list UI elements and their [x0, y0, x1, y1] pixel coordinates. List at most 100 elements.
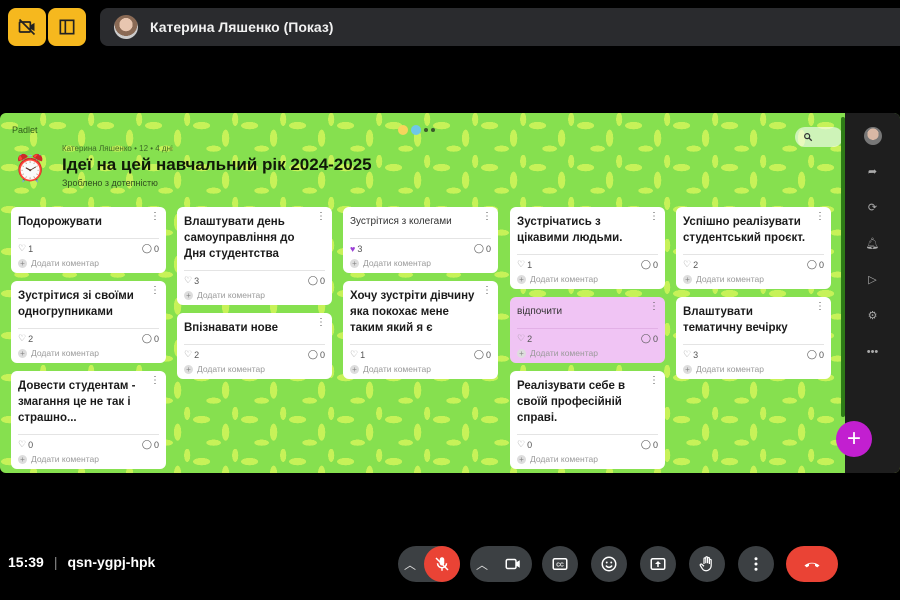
like-count: 3 [693, 349, 699, 360]
no-camera-icon [18, 18, 36, 36]
post-card[interactable]: Впізнавати нове ⋮ ♡ 2 ◯ 0 + Додати коментар [177, 313, 332, 379]
post-menu-icon[interactable]: ⋮ [316, 318, 326, 328]
like-button[interactable]: ♡ 2 [184, 349, 199, 360]
comments-button[interactable]: ◯ 0 [641, 259, 658, 270]
add-comment-button[interactable]: + Додати коментар [517, 348, 658, 358]
comments-button[interactable]: ◯ 0 [807, 259, 824, 270]
post-menu-icon[interactable]: ⋮ [815, 302, 825, 312]
like-button[interactable]: ♡ 0 [517, 439, 532, 450]
add-comment-button[interactable]: + Додати коментар [18, 258, 159, 268]
comment-icon: ◯ [141, 439, 152, 449]
add-comment-label: Додати коментар [530, 348, 598, 358]
add-comment-button[interactable]: + Додати коментар [184, 364, 325, 374]
comment-count: 0 [153, 439, 159, 450]
comments-button[interactable]: ◯ 0 [142, 333, 159, 344]
like-button[interactable]: ♥ 3 [350, 243, 362, 254]
like-count: 2 [693, 259, 699, 270]
comments-button[interactable]: ◯ 0 [474, 243, 491, 254]
board-column: Зустрітися з колегами ⋮ ♥ 3 ◯ 0 + Додати комент… [343, 207, 498, 379]
add-comment-button[interactable]: + Додати коментар [683, 274, 824, 284]
post-card[interactable]: Зустрітися зі своїми одногрупниками ⋮ ♡ 2 ◯ 0… [11, 281, 166, 363]
present-button[interactable] [640, 546, 676, 582]
mic-control[interactable]: ︿ [398, 546, 460, 582]
captions-button[interactable]: CC [542, 546, 578, 582]
comments-button[interactable]: ◯ 0 [142, 439, 159, 450]
like-button[interactable]: ♡ 2 [517, 333, 532, 344]
comments-button[interactable]: ◯ 0 [641, 333, 658, 344]
camera-control[interactable]: ︿ [470, 546, 532, 582]
add-comment-button[interactable]: + Додати коментар [350, 258, 491, 268]
chevron-up-icon[interactable]: ︿ [404, 556, 416, 573]
comment-count: 0 [818, 349, 824, 360]
post-menu-icon[interactable]: ⋮ [649, 376, 659, 386]
post-menu-icon[interactable]: ⋮ [815, 212, 825, 222]
comments-button[interactable]: ◯ 0 [308, 349, 325, 360]
post-card[interactable]: Реалізувати себе в своїй професійній спр… [510, 371, 665, 469]
like-button[interactable]: ♡ 1 [517, 259, 532, 270]
slideshow-icon[interactable]: ▷ [868, 271, 876, 289]
more-icon[interactable]: ••• [867, 343, 879, 361]
comments-button[interactable]: ◯ 0 [807, 349, 824, 360]
add-comment-button[interactable]: + Додати коментар [517, 274, 658, 284]
camera-icon[interactable] [504, 555, 522, 573]
like-button[interactable]: ♡ 2 [683, 259, 698, 270]
add-comment-button[interactable]: + Додати коментар [18, 348, 159, 358]
reactions-button[interactable] [591, 546, 627, 582]
like-button[interactable]: ♡ 3 [683, 349, 698, 360]
like-button[interactable]: ♡ 0 [18, 439, 33, 450]
comments-button[interactable]: ◯ 0 [474, 349, 491, 360]
mic-off-button[interactable] [424, 546, 460, 582]
post-card[interactable]: Влаштувати день самоуправління до Дня ст… [177, 207, 332, 305]
search-button[interactable] [795, 127, 843, 147]
post-title: Зустрітися з колегами [350, 216, 452, 227]
remake-icon[interactable]: ⟳ [868, 199, 877, 217]
like-button[interactable]: ♡ 1 [18, 243, 33, 254]
layout-button[interactable] [48, 8, 86, 46]
post-card[interactable]: відпочити ⋮ ♡ 2 ◯ 0 + Додати коментар [510, 297, 665, 363]
comments-button[interactable]: ◯ 0 [142, 243, 159, 254]
post-title: Реалізувати себе в своїй професійній спр… [517, 380, 626, 424]
add-post-button[interactable]: + [836, 421, 872, 457]
plus-icon: + [350, 364, 359, 374]
add-comment-button[interactable]: + Додати коментар [18, 454, 159, 464]
bell-icon[interactable]: 🔔︎ [866, 235, 880, 253]
post-card[interactable]: Влаштувати тематичну вечірку ⋮ ♡ 3 ◯ 0 + Додати… [676, 297, 831, 379]
add-comment-button[interactable]: + Додати коментар [683, 364, 824, 374]
post-menu-icon[interactable]: ⋮ [150, 212, 160, 222]
add-comment-button[interactable]: + Додати коментар [184, 290, 325, 300]
like-count: 0 [527, 439, 533, 450]
meeting-info: 15:39 | qsn-ygpj-hpk [8, 554, 155, 570]
add-comment-button[interactable]: + Додати коментар [517, 454, 658, 464]
more-options-button[interactable] [738, 546, 774, 582]
post-menu-icon[interactable]: ⋮ [150, 376, 160, 386]
comment-count: 0 [153, 333, 159, 344]
post-card[interactable]: Подорожувати ⋮ ♡ 1 ◯ 0 + Додати коментар [11, 207, 166, 273]
post-card[interactable]: Зустрітися з колегами ⋮ ♥ 3 ◯ 0 + Додати комент… [343, 207, 498, 273]
chevron-up-icon[interactable]: ︿ [476, 556, 488, 573]
like-count: 2 [527, 333, 533, 344]
post-card[interactable]: Успішно реалізувати студентський проєкт.… [676, 207, 831, 289]
share-icon[interactable]: ➦ [868, 163, 877, 181]
user-avatar[interactable] [863, 127, 882, 145]
raise-hand-button[interactable] [689, 546, 725, 582]
post-card[interactable]: Хочу зустріти дівчину яка покохає мене т… [343, 281, 498, 379]
post-card[interactable]: Довести студентам - змагання це не так і… [11, 371, 166, 469]
settings-icon[interactable]: ⚙ [868, 307, 878, 325]
post-menu-icon[interactable]: ⋮ [482, 286, 492, 296]
post-menu-icon[interactable]: ⋮ [649, 302, 659, 312]
post-menu-icon[interactable]: ⋮ [649, 212, 659, 222]
post-menu-icon[interactable]: ⋮ [316, 212, 326, 222]
post-menu-icon[interactable]: ⋮ [150, 286, 160, 296]
like-button[interactable]: ♡ 2 [18, 333, 33, 344]
post-menu-icon[interactable]: ⋮ [482, 212, 492, 222]
comments-button[interactable]: ◯ 0 [641, 439, 658, 450]
video-off-button[interactable] [8, 8, 46, 46]
post-stats: ♡ 2 ◯ 0 [517, 328, 658, 344]
post-stats: ♡ 2 ◯ 0 [184, 344, 325, 360]
comments-button[interactable]: ◯ 0 [308, 275, 325, 286]
add-comment-button[interactable]: + Додати коментар [350, 364, 491, 374]
like-button[interactable]: ♡ 3 [184, 275, 199, 286]
like-button[interactable]: ♡ 1 [350, 349, 365, 360]
end-call-button[interactable] [786, 546, 838, 582]
post-card[interactable]: Зустрічатись з цікавими людьми. ⋮ ♡ 1 ◯ 0 + Дод… [510, 207, 665, 289]
